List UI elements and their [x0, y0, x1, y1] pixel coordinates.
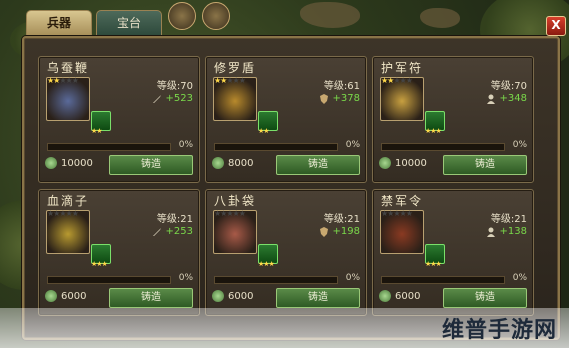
item-stat: +523 [152, 93, 193, 104]
forge-cost: 6000 [379, 290, 420, 302]
forge-button[interactable]: 铸造 [109, 288, 193, 308]
gem-stars: ★★ [258, 127, 270, 135]
tab-bar: 兵器 宝台 [26, 10, 163, 36]
star-rating: ★★★★★ [214, 209, 246, 218]
progress-percent: 0% [178, 273, 193, 283]
item-stat: +138 [486, 226, 527, 237]
star-rating: ★★★★★ [381, 209, 413, 218]
watermark-text: 维普手游网 [441, 318, 557, 343]
gem-stars: ★★★ [91, 260, 108, 268]
forge-button[interactable]: 铸造 [276, 155, 360, 175]
item-name: 修罗盾 [214, 61, 257, 75]
progress-percent: 0% [512, 273, 527, 283]
sword-icon [152, 227, 162, 237]
item-level: 等级:70 [490, 81, 527, 92]
silver-icon [212, 290, 224, 302]
progress-bar [381, 143, 505, 151]
progress-percent: 0% [345, 273, 360, 283]
progress-bar [381, 276, 505, 284]
item-name: 禁军令 [381, 194, 424, 208]
gem-stars: ★★★ [425, 260, 442, 268]
person-icon [486, 94, 496, 104]
item-name: 八卦袋 [214, 194, 257, 208]
silver-icon [45, 157, 57, 169]
progress-percent: 0% [345, 140, 360, 150]
hero-portrait-icon[interactable] [168, 2, 196, 30]
quest-icon[interactable] [202, 2, 230, 30]
star-rating: ★★★★★ [47, 76, 79, 85]
forge-cost: 6000 [45, 290, 86, 302]
item-level: 等级:21 [323, 214, 360, 225]
gem-stars: ★★★ [425, 127, 442, 135]
forge-button[interactable]: 铸造 [443, 155, 527, 175]
item-level: 等级:21 [490, 214, 527, 225]
close-button[interactable]: X [546, 16, 566, 36]
item-name: 护军符 [381, 61, 424, 75]
gem-stars: ★★ [91, 127, 103, 135]
forge-cost: 10000 [45, 157, 93, 169]
star-rating: ★★★★★ [47, 209, 79, 218]
progress-bar [47, 143, 171, 151]
item-stat: +198 [319, 226, 360, 237]
silver-icon [212, 157, 224, 169]
item-card: 乌蚕鞭 ★★★★★ 等级:70 +523 ★★ 0% 10000 铸造 [38, 56, 200, 183]
forge-button[interactable]: 铸造 [109, 155, 193, 175]
item-level: 等级:70 [156, 81, 193, 92]
progress-bar [47, 276, 171, 284]
sword-icon [152, 94, 162, 104]
silver-icon [379, 157, 391, 169]
item-card: 护军符 ★★★★★ 等级:70 +348 ★★★ 0% 10000 铸造 [372, 56, 534, 183]
item-stat: +348 [486, 93, 527, 104]
armory-window: 乌蚕鞭 ★★★★★ 等级:70 +523 ★★ 0% 10000 铸造 修罗盾 … [22, 36, 560, 340]
forge-cost: 10000 [379, 157, 427, 169]
item-card: 禁军令 ★★★★★ 等级:21 +138 ★★★ 0% 6000 铸造 [372, 189, 534, 316]
top-toolbar [168, 2, 230, 30]
item-card: 血滴子 ★★★★★ 等级:21 +253 ★★★ 0% 6000 铸造 [38, 189, 200, 316]
star-rating: ★★★★★ [381, 76, 413, 85]
forge-cost: 6000 [212, 290, 253, 302]
person-icon [486, 227, 496, 237]
progress-bar [214, 276, 338, 284]
item-name: 血滴子 [47, 194, 90, 208]
shield-icon [319, 226, 329, 237]
progress-bar [214, 143, 338, 151]
progress-percent: 0% [512, 140, 527, 150]
forge-button[interactable]: 铸造 [276, 288, 360, 308]
item-level: 等级:61 [323, 81, 360, 92]
silver-icon [45, 290, 57, 302]
silver-icon [379, 290, 391, 302]
item-grid: 乌蚕鞭 ★★★★★ 等级:70 +523 ★★ 0% 10000 铸造 修罗盾 … [38, 56, 546, 316]
item-stat: +378 [319, 93, 360, 104]
item-name: 乌蚕鞭 [47, 61, 90, 75]
item-card: 修罗盾 ★★★★★ 等级:61 +378 ★★ 0% 8000 铸造 [205, 56, 367, 183]
item-card: 八卦袋 ★★★★★ 等级:21 +198 ★★★ 0% 6000 铸造 [205, 189, 367, 316]
shield-icon [319, 93, 329, 104]
forge-cost: 8000 [212, 157, 253, 169]
star-rating: ★★★★★ [214, 76, 246, 85]
gem-stars: ★★★ [258, 260, 275, 268]
tab-weapons[interactable]: 兵器 [26, 10, 93, 35]
item-level: 等级:21 [156, 214, 193, 225]
item-stat: +253 [152, 226, 193, 237]
forge-button[interactable]: 铸造 [443, 288, 527, 308]
tab-treasure[interactable]: 宝台 [96, 10, 163, 35]
progress-percent: 0% [178, 140, 193, 150]
